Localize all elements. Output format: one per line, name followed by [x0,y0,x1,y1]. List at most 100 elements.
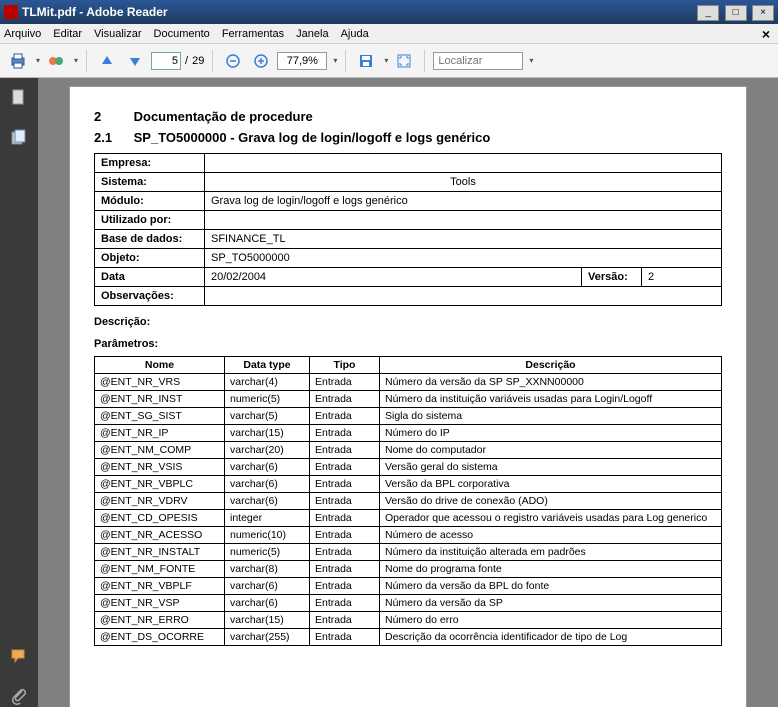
param-dtype: varchar(6) [225,578,310,595]
table-row: @ENT_SG_SISTvarchar(5)EntradaSigla do si… [95,408,722,425]
param-nome: @ENT_NR_VDRV [95,493,225,510]
page-down-button[interactable] [123,49,147,73]
search-input[interactable] [433,52,523,70]
table-row: @ENT_NR_ERROvarchar(15)EntradaNúmero do … [95,612,722,629]
sidebar [0,78,38,707]
maximize-button[interactable]: □ [725,5,747,21]
attachments-panel-icon[interactable] [8,685,30,707]
collab-dropdown[interactable]: ▾ [74,56,78,65]
param-tipo: Entrada [310,629,380,646]
parameters-table: Nome Data type Tipo Descrição @ENT_NR_VR… [94,356,722,646]
param-desc: Operador que acessou o registro variávei… [380,510,722,527]
utilizado-value [205,211,722,230]
search-dropdown[interactable]: ▾ [529,56,533,65]
table-row: @ENT_NM_COMPvarchar(20)EntradaNome do co… [95,442,722,459]
table-row: @ENT_NR_VBPLF varchar(6)EntradaNúmero da… [95,578,722,595]
param-tipo: Entrada [310,612,380,629]
col-desc: Descrição [380,357,722,374]
menu-visualizar[interactable]: Visualizar [94,28,142,40]
data-value: 20/02/2004 [205,268,582,287]
param-nome: @ENT_NR_VBPLC [95,476,225,493]
param-dtype: varchar(6) [225,595,310,612]
zoom-in-button[interactable] [249,49,273,73]
menu-arquivo[interactable]: Arquivo [4,28,41,40]
zoom-input[interactable] [277,52,327,70]
utilizado-label: Utilizado por: [95,211,205,230]
comments-panel-icon[interactable] [8,645,30,667]
table-row: @ENT_NR_INSTALTnumeric(5)EntradaNúmero d… [95,544,722,561]
param-dtype: varchar(8) [225,561,310,578]
menu-editar[interactable]: Editar [53,28,82,40]
param-nome: @ENT_NM_FONTE [95,561,225,578]
page-viewport[interactable]: 2 Documentação de procedure 2.1 SP_TO500… [38,78,778,707]
param-dtype: varchar(6) [225,459,310,476]
save-button[interactable] [354,49,378,73]
param-nome: @ENT_NR_ERRO [95,612,225,629]
param-tipo: Entrada [310,493,380,510]
param-desc: Número da instituição alterada em padrõe… [380,544,722,561]
versao-label: Versão: [582,268,642,287]
param-desc: Versão geral do sistema [380,459,722,476]
page-separator: / [185,55,188,67]
param-dtype: numeric(5) [225,391,310,408]
pdf-icon [4,5,18,19]
close-button[interactable]: × [752,5,774,21]
table-row: @ENT_NR_INSTnumeric(5)EntradaNúmero da i… [95,391,722,408]
minimize-button[interactable]: _ [697,5,719,21]
pdf-page: 2 Documentação de procedure 2.1 SP_TO500… [69,86,747,707]
col-nome: Nome [95,357,225,374]
table-row: @ENT_NR_VBPLCvarchar(6)EntradaVersão da … [95,476,722,493]
param-tipo: Entrada [310,544,380,561]
param-nome: @ENT_NR_INSTALT [95,544,225,561]
table-row: @ENT_NR_ACESSOnumeric(10)EntradaNúmero d… [95,527,722,544]
table-row: @ENT_NR_IPvarchar(15)EntradaNúmero do IP [95,425,722,442]
zoom-out-button[interactable] [221,49,245,73]
obs-value [205,287,722,306]
param-desc: Número da versão da BPL do fonte [380,578,722,595]
menu-janela[interactable]: Janela [296,28,328,40]
objeto-label: Objeto: [95,249,205,268]
descricao-heading: Descrição: [94,316,722,328]
layers-panel-icon[interactable] [8,126,30,148]
param-desc: Versão do drive de conexão (ADO) [380,493,722,510]
page-up-button[interactable] [95,49,119,73]
print-dropdown[interactable]: ▾ [36,56,40,65]
empresa-value [205,154,722,173]
section-number: 2 [94,109,130,124]
zoom-dropdown[interactable]: ▾ [333,56,337,65]
page-number-input[interactable] [151,52,181,70]
col-tipo: Tipo [310,357,380,374]
param-nome: @ENT_CD_OPESIS [95,510,225,527]
param-tipo: Entrada [310,374,380,391]
empresa-label: Empresa: [95,154,205,173]
param-nome: @ENT_NR_ACESSO [95,527,225,544]
table-row: @ENT_NM_FONTEvarchar(8)EntradaNome do pr… [95,561,722,578]
param-desc: Número de acesso [380,527,722,544]
fit-button[interactable] [392,49,416,73]
save-dropdown[interactable]: ▾ [384,56,388,65]
menu-documento[interactable]: Documento [154,28,210,40]
info-table: Empresa: Sistema:Tools Módulo:Grava log … [94,153,722,306]
param-tipo: Entrada [310,442,380,459]
param-nome: @ENT_NR_VSP [95,595,225,612]
menu-ferramentas[interactable]: Ferramentas [222,28,284,40]
param-tipo: Entrada [310,425,380,442]
titlebar: TLMit.pdf - Adobe Reader _ □ × [0,0,778,24]
param-nome: @ENT_NR_VSIS [95,459,225,476]
param-nome: @ENT_NR_INST [95,391,225,408]
param-desc: Descrição da ocorrência identificador de… [380,629,722,646]
param-tipo: Entrada [310,578,380,595]
collab-button[interactable] [44,49,68,73]
pages-panel-icon[interactable] [8,86,30,108]
section-title: Documentação de procedure [134,109,313,124]
print-button[interactable] [6,49,30,73]
param-nome: @ENT_SG_SIST [95,408,225,425]
param-tipo: Entrada [310,459,380,476]
menubar: Arquivo Editar Visualizar Documento Ferr… [0,24,778,44]
menu-ajuda[interactable]: Ajuda [341,28,369,40]
doc-close-button[interactable]: × [762,26,770,42]
param-desc: Número da instituição variáveis usadas p… [380,391,722,408]
window-title: TLMit.pdf - Adobe Reader [22,5,695,19]
modulo-label: Módulo: [95,192,205,211]
subsection-title: SP_TO5000000 - Grava log de login/logoff… [134,130,491,145]
